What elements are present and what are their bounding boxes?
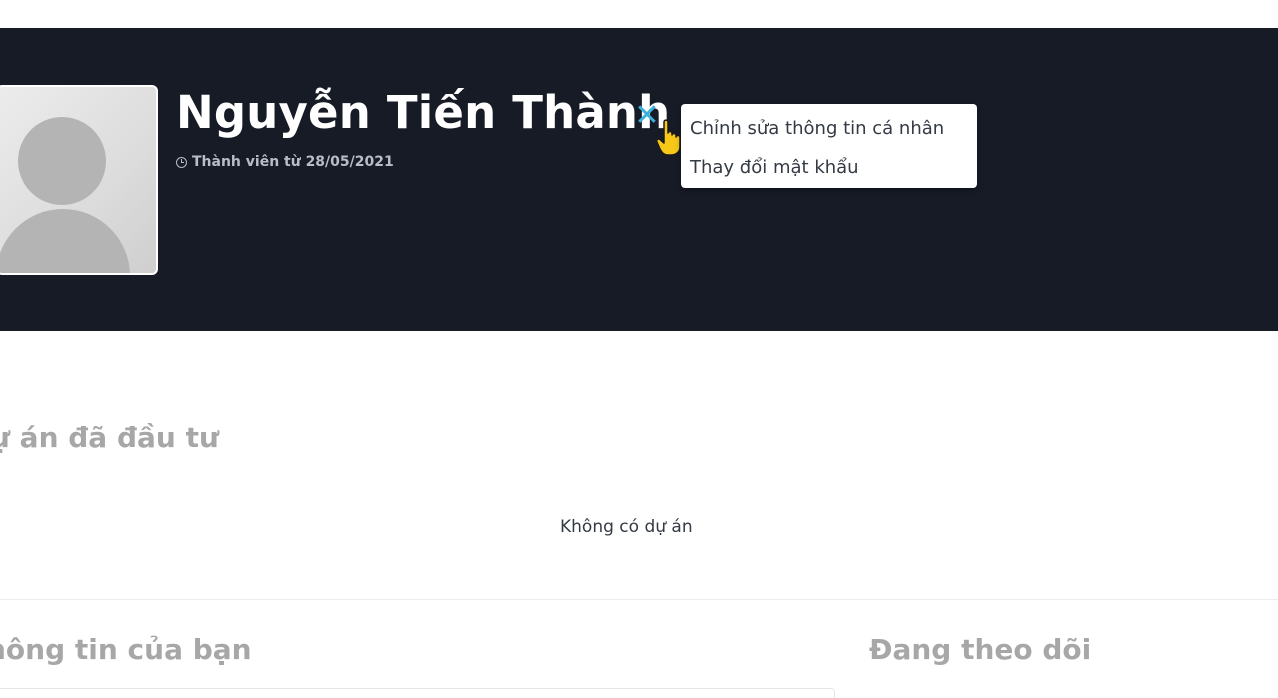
your-info-title: hông tin của bạn [0, 633, 252, 666]
following-title: Đang theo dõi [869, 633, 1092, 666]
member-since: Thành viên từ 28/05/2021 [176, 154, 394, 170]
empty-projects-text: Không có dự án [560, 517, 693, 537]
avatar-placeholder-head [18, 117, 106, 205]
avatar[interactable] [0, 85, 158, 275]
profile-banner [0, 28, 1278, 331]
edit-profile-menu-item[interactable]: Chỉnh sửa thông tin cá nhân [690, 118, 944, 139]
avatar-placeholder-body [0, 209, 130, 273]
clock-icon [176, 156, 187, 168]
invested-projects-title: ự án đã đầu tư [0, 421, 219, 454]
change-password-menu-item[interactable]: Thay đổi mật khẩu [690, 157, 859, 178]
profile-dropdown-menu: Chỉnh sửa thông tin cá nhân Thay đổi mật… [681, 104, 977, 188]
top-strip [0, 0, 1278, 28]
section-divider [0, 599, 1278, 600]
profile-name: Nguyễn Tiến Thành [176, 86, 671, 139]
member-since-text: Thành viên từ 28/05/2021 [192, 154, 394, 170]
